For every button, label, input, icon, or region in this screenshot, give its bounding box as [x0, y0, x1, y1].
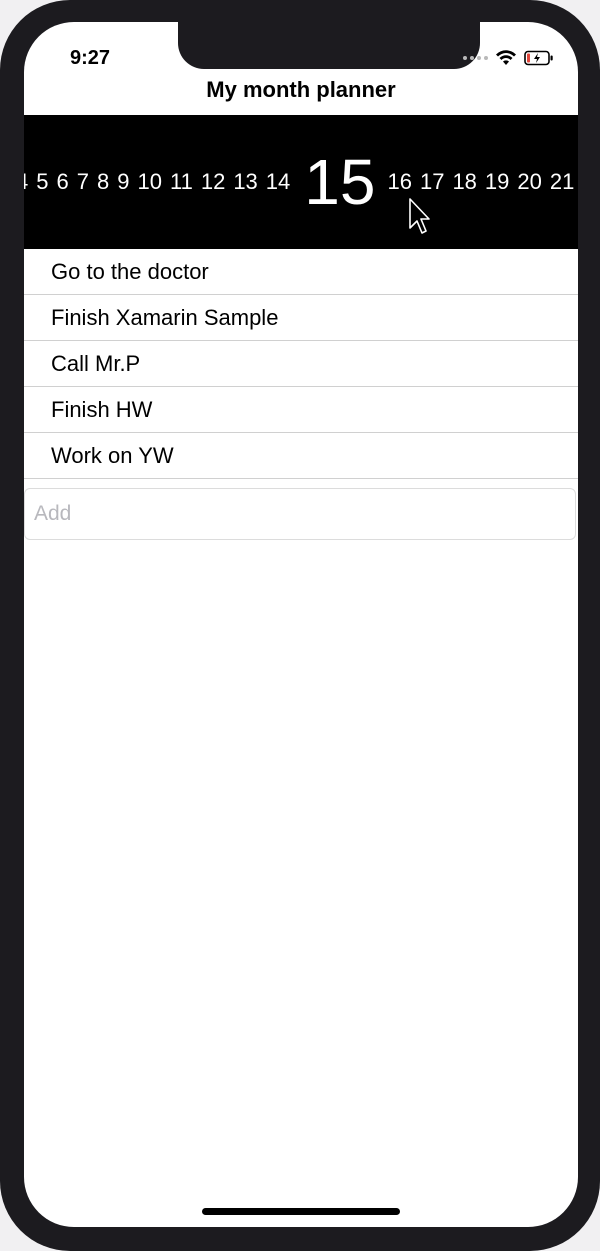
- day-item[interactable]: 10: [138, 171, 162, 193]
- add-task-input[interactable]: [24, 488, 576, 540]
- day-item[interactable]: 18: [452, 171, 476, 193]
- task-row[interactable]: Finish Xamarin Sample: [24, 295, 578, 341]
- day-item[interactable]: 5: [36, 171, 48, 193]
- day-picker-track[interactable]: 456789 10 11 12 13 14 15 16 17 18 19 20 21: [24, 115, 578, 249]
- task-row[interactable]: Finish HW: [24, 387, 578, 433]
- day-item[interactable]: 21: [550, 171, 574, 193]
- task-row[interactable]: Call Mr.P: [24, 341, 578, 387]
- day-item[interactable]: 11: [170, 171, 193, 193]
- wifi-icon: [495, 50, 517, 66]
- day-item[interactable]: 7: [77, 171, 89, 193]
- signal-icon: [463, 56, 488, 60]
- task-row[interactable]: Work on YW: [24, 433, 578, 479]
- day-item[interactable]: 9: [117, 171, 129, 193]
- battery-icon: [524, 50, 554, 66]
- app-screen: 9:27 My month planner 5 6 7 8 9 10 11 12…: [24, 22, 578, 1227]
- day-item[interactable]: 8: [97, 171, 109, 193]
- day-item[interactable]: 19: [485, 171, 509, 193]
- pointer-cursor-icon: [408, 198, 430, 241]
- day-item[interactable]: 14: [266, 171, 290, 193]
- status-icons: [463, 48, 554, 68]
- day-item[interactable]: 17: [420, 171, 444, 193]
- day-item[interactable]: 12: [201, 171, 225, 193]
- day-item[interactable]: 13: [233, 171, 257, 193]
- day-item-selected[interactable]: 15: [304, 150, 375, 214]
- day-picker-strip[interactable]: 456789 10 11 12 13 14 15 16 17 18 19 20 21: [24, 115, 578, 249]
- home-indicator: [202, 1208, 400, 1215]
- device-notch: [178, 22, 480, 69]
- day-item[interactable]: 4: [24, 171, 28, 193]
- page-title: My month planner: [206, 77, 396, 102]
- task-row[interactable]: Go to the doctor: [24, 249, 578, 295]
- day-item[interactable]: 6: [57, 171, 69, 193]
- day-item[interactable]: 16: [387, 171, 411, 193]
- day-item[interactable]: 20: [517, 171, 541, 193]
- task-list: Go to the doctor Finish Xamarin Sample Cal…: [24, 249, 578, 479]
- phone-frame: 9:27 My month planner 5 6 7 8 9 10 11 12…: [0, 0, 600, 1251]
- status-time: 9:27: [70, 47, 111, 69]
